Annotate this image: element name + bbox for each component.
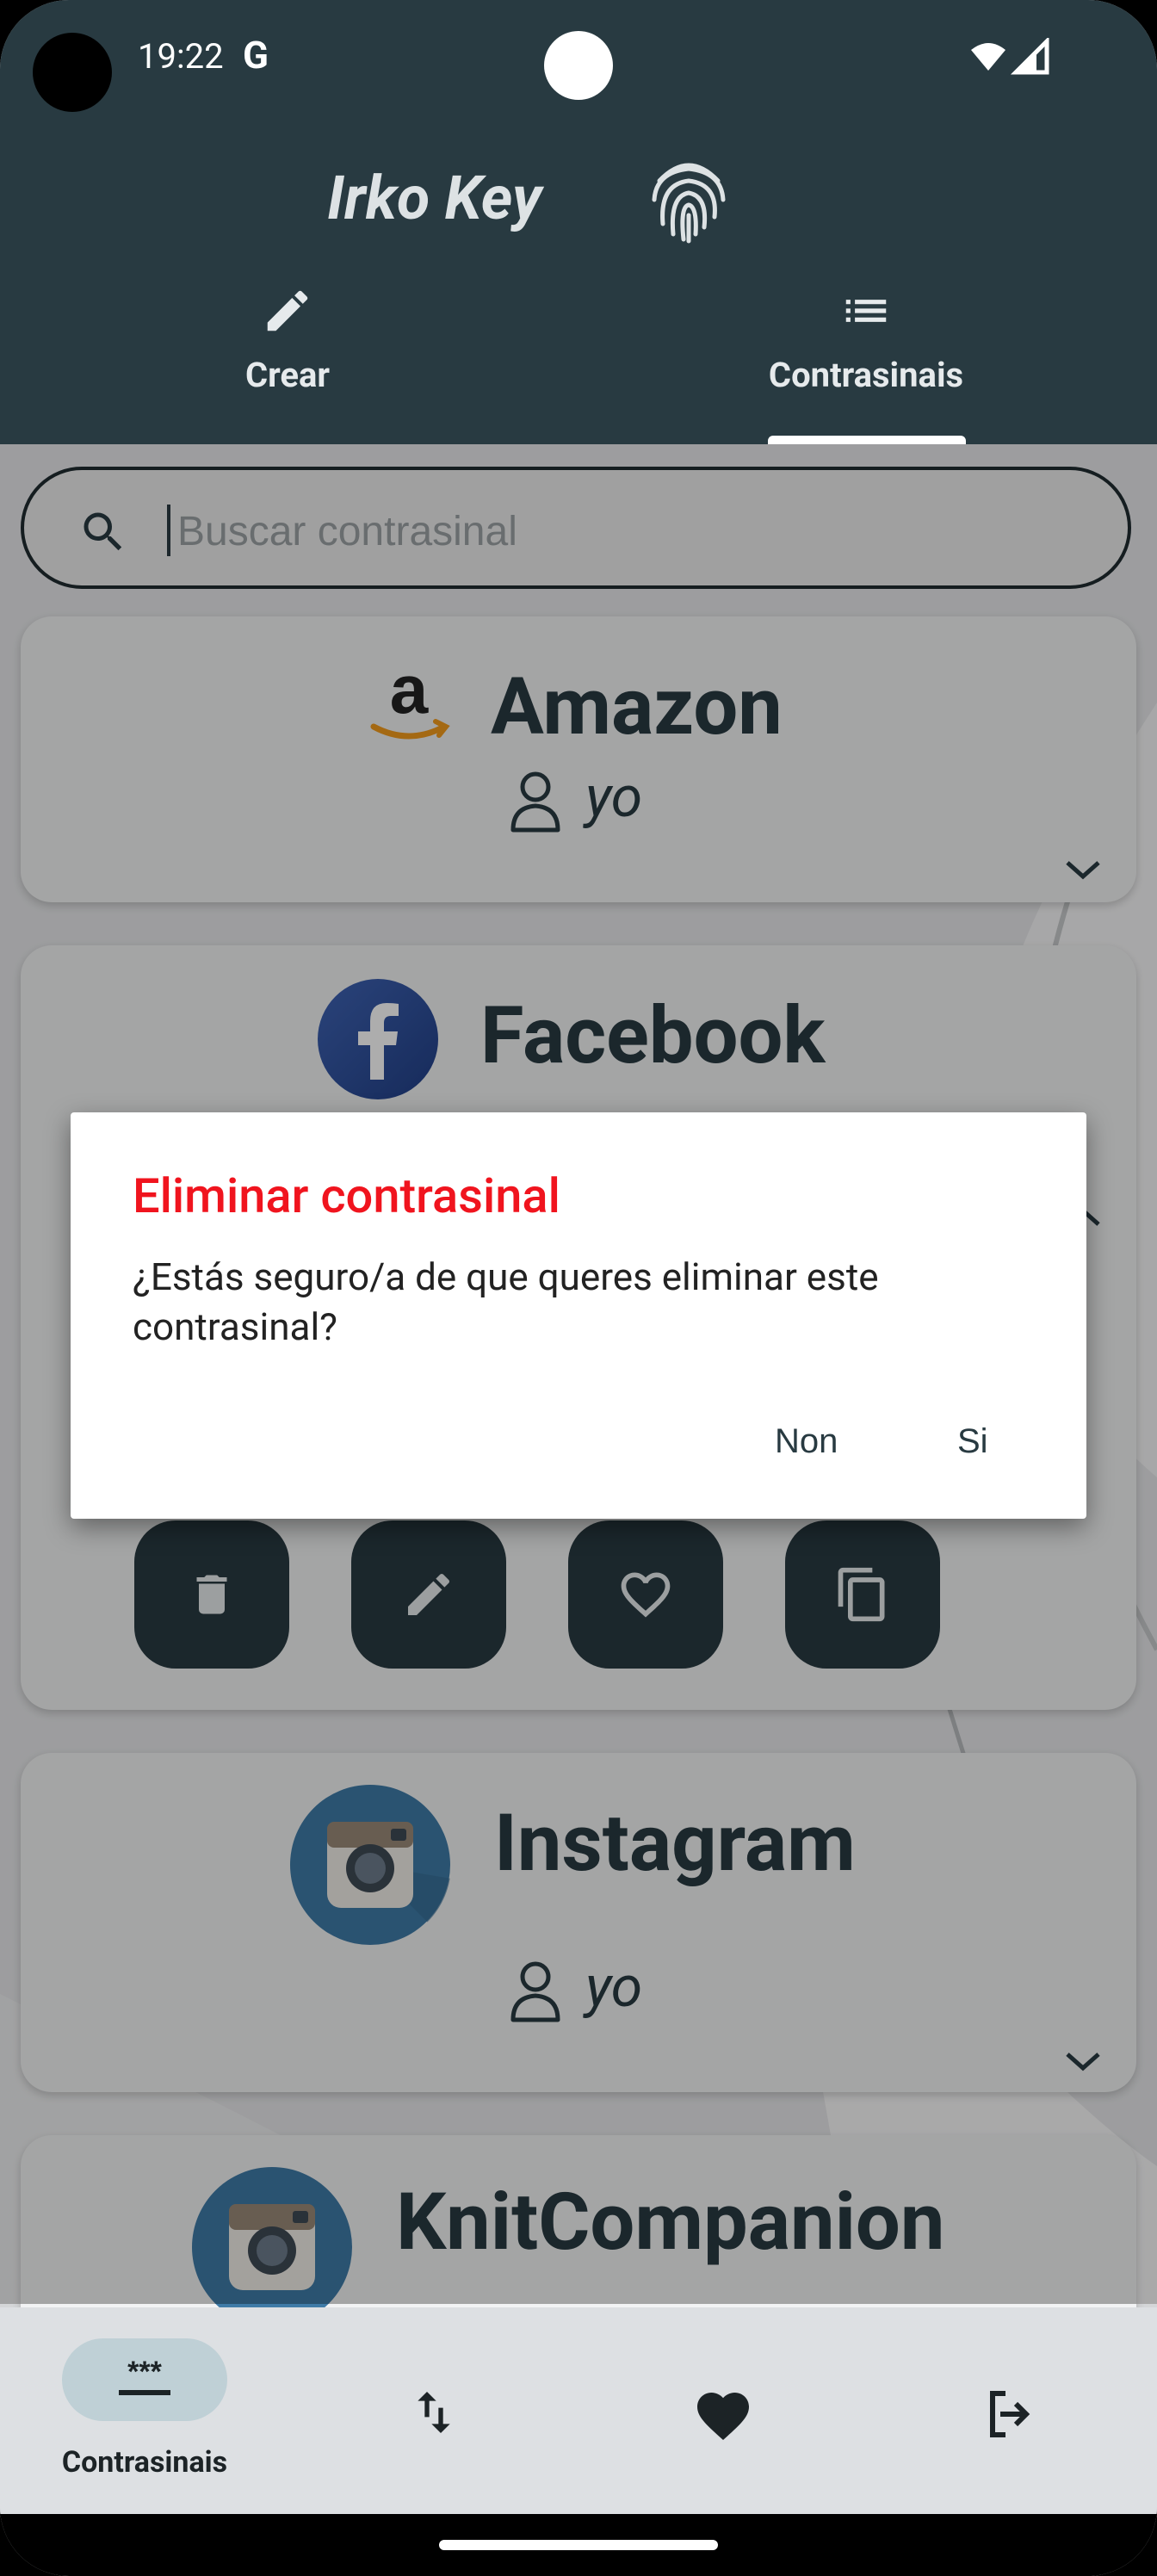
dialog-title: Eliminar contrasinal (133, 1167, 560, 1224)
sort-icon[interactable] (406, 2385, 461, 2440)
password-icon: *** (119, 2356, 170, 2395)
pencil-icon (267, 290, 308, 331)
cancel-button[interactable]: Non (775, 1422, 838, 1461)
tab-contrasinais-label: Contrasinais (768, 355, 964, 395)
google-icon: G (243, 33, 269, 77)
tab-crear[interactable]: Crear (107, 284, 468, 395)
home-indicator[interactable] (439, 2540, 718, 2550)
bottom-navigation: *** Contrasinais (0, 2307, 1157, 2514)
tab-indicator (768, 436, 966, 444)
tab-crear-label: Crear (244, 355, 331, 395)
app-title: Irko Key (327, 164, 542, 234)
camera-cutout (33, 33, 112, 112)
list-icon (845, 300, 887, 322)
dialog-message: ¿Estás seguro/a de que queres eliminar e… (133, 1254, 879, 1349)
heart-icon[interactable] (692, 2385, 754, 2447)
app-screen: 19:22 G Irko Key Crear Contrasinais Busc… (0, 0, 1157, 2576)
svg-text:***: *** (127, 2356, 162, 2388)
front-camera (544, 31, 613, 100)
confirm-button[interactable]: Si (957, 1422, 988, 1461)
status-icons (968, 35, 1062, 84)
nav-label-passwords: Contrasinais (61, 2445, 228, 2480)
wifi-icon (971, 43, 1005, 71)
logout-icon[interactable] (980, 2383, 1042, 2445)
tab-contrasinais[interactable]: Contrasinais (685, 284, 1047, 395)
delete-confirm-dialog: Eliminar contrasinal ¿Estás seguro/a de … (71, 1112, 1086, 1519)
app-header: 19:22 G Irko Key Crear Contrasinais (0, 0, 1157, 444)
signal-icon (1010, 35, 1049, 75)
status-time: 19:22 (138, 36, 224, 77)
nav-item-passwords[interactable]: *** (62, 2338, 227, 2421)
fingerprint-icon[interactable] (647, 155, 730, 245)
